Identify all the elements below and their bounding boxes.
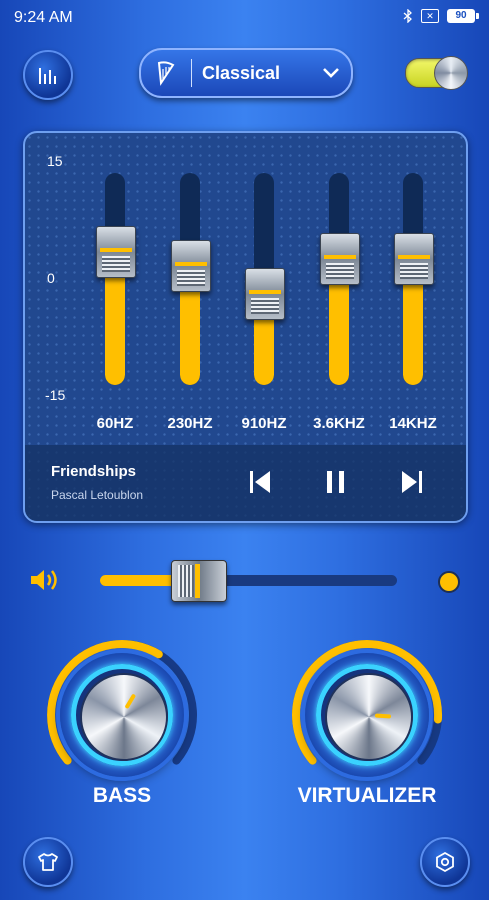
band-frequency-label: 910HZ — [241, 415, 287, 432]
battery-level: 90 — [455, 10, 467, 21]
band-frequency-label: 60HZ — [96, 415, 134, 432]
settings-button[interactable] — [420, 837, 470, 887]
previous-button[interactable] — [245, 467, 275, 497]
band-frequency-label: 14KHZ — [389, 415, 437, 432]
song-artist: Pascal Letoublon — [51, 488, 144, 502]
equalizer-panel: 15 0 -15 60HZ 230HZ 910HZ 3.6KHZ 14KHZ Frien… — [23, 131, 468, 523]
scale-max-label: 15 — [47, 153, 63, 169]
band-slider-handle[interactable] — [96, 225, 136, 278]
skip-previous-icon — [250, 471, 270, 493]
band-frequency-label: 3.6KHZ — [313, 415, 365, 432]
next-button[interactable] — [397, 467, 427, 497]
bluetooth-icon — [403, 9, 412, 23]
status-icons: ✕ 90 — [403, 9, 479, 23]
virtualizer-knob-container — [290, 638, 444, 792]
band-frequency-label: 230HZ — [167, 415, 213, 432]
player-bar: Friendships Pascal Letoublon — [25, 445, 466, 521]
volume-icon — [29, 567, 61, 598]
band-slider-handle[interactable] — [394, 232, 434, 285]
bass-knob-container — [45, 638, 199, 792]
scale-min-label: -15 — [45, 387, 66, 403]
virtualizer-label: VIRTUALIZER — [297, 784, 437, 807]
skip-next-icon — [402, 471, 422, 493]
chevron-down-icon — [311, 67, 351, 79]
scale-zero-label: 0 — [47, 270, 55, 286]
bass-knob-dial — [80, 673, 168, 761]
virtualizer-knob[interactable] — [305, 653, 429, 777]
bass-label: BASS — [92, 784, 152, 807]
toggle-knob — [434, 56, 468, 90]
band-slider-handle[interactable] — [245, 268, 285, 321]
volume-max-dot — [438, 571, 460, 593]
preset-label: Classical — [202, 62, 281, 83]
harp-icon — [141, 60, 191, 86]
pause-button[interactable] — [321, 467, 351, 497]
battery-indicator: 90 — [447, 9, 479, 23]
band-slider-handle[interactable] — [171, 239, 211, 292]
status-bar: 9:24 AM ✕ 90 — [0, 0, 489, 34]
equalizer-power-toggle[interactable] — [405, 56, 468, 90]
virtualizer-knob-dial — [325, 673, 413, 761]
status-time: 9:24 AM — [14, 9, 73, 26]
band-slider-handle[interactable] — [320, 232, 360, 285]
song-title: Friendships — [51, 463, 137, 480]
preset-selector[interactable]: Classical — [139, 48, 353, 98]
band-track[interactable] — [105, 173, 125, 385]
equalizer-bars-icon — [39, 68, 56, 84]
equalizer-menu-button[interactable] — [23, 50, 73, 100]
pause-icon — [327, 471, 344, 493]
sim-icon: ✕ — [421, 9, 439, 23]
theme-button[interactable] — [23, 837, 73, 887]
settings-hexagon-icon — [436, 851, 454, 873]
bass-knob[interactable] — [60, 653, 184, 777]
tshirt-icon — [38, 853, 58, 871]
volume-slider-handle[interactable] — [171, 560, 227, 602]
